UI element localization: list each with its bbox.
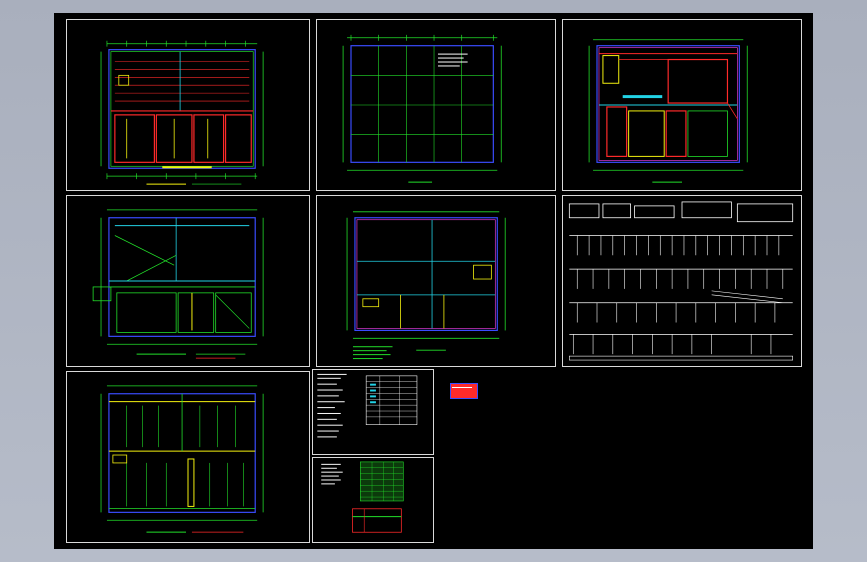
detail-drawing: [321, 461, 404, 533]
floor-plan-drawing: [92, 209, 264, 359]
sheet-design-notes-legend[interactable]: [312, 369, 434, 455]
sheet-power-plan-1[interactable]: [562, 19, 802, 191]
single-line-diagram: [568, 201, 794, 361]
cad-drawing-canvas[interactable]: [54, 13, 813, 549]
floor-plan-drawing: [342, 34, 502, 183]
sheet-distribution-system-diagram[interactable]: [562, 195, 802, 367]
sheet-lighting-plan-1[interactable]: [66, 19, 310, 191]
floor-plan-drawing: [346, 211, 506, 360]
floor-plan-drawing: [588, 39, 748, 183]
notes-and-legend: [317, 373, 418, 438]
sheet-lighting-plan-2[interactable]: [66, 371, 310, 543]
sheet-power-plan-2[interactable]: [66, 195, 310, 367]
floor-plan-drawing: [100, 40, 264, 185]
sheet-detail-table[interactable]: [312, 457, 434, 543]
red-note-line: [452, 387, 472, 388]
sheet-grid-plan[interactable]: [316, 195, 556, 367]
floor-plan-drawing: [100, 385, 264, 533]
red-note-block[interactable]: [450, 383, 478, 399]
sheet-building-outline-plan[interactable]: [316, 19, 556, 191]
